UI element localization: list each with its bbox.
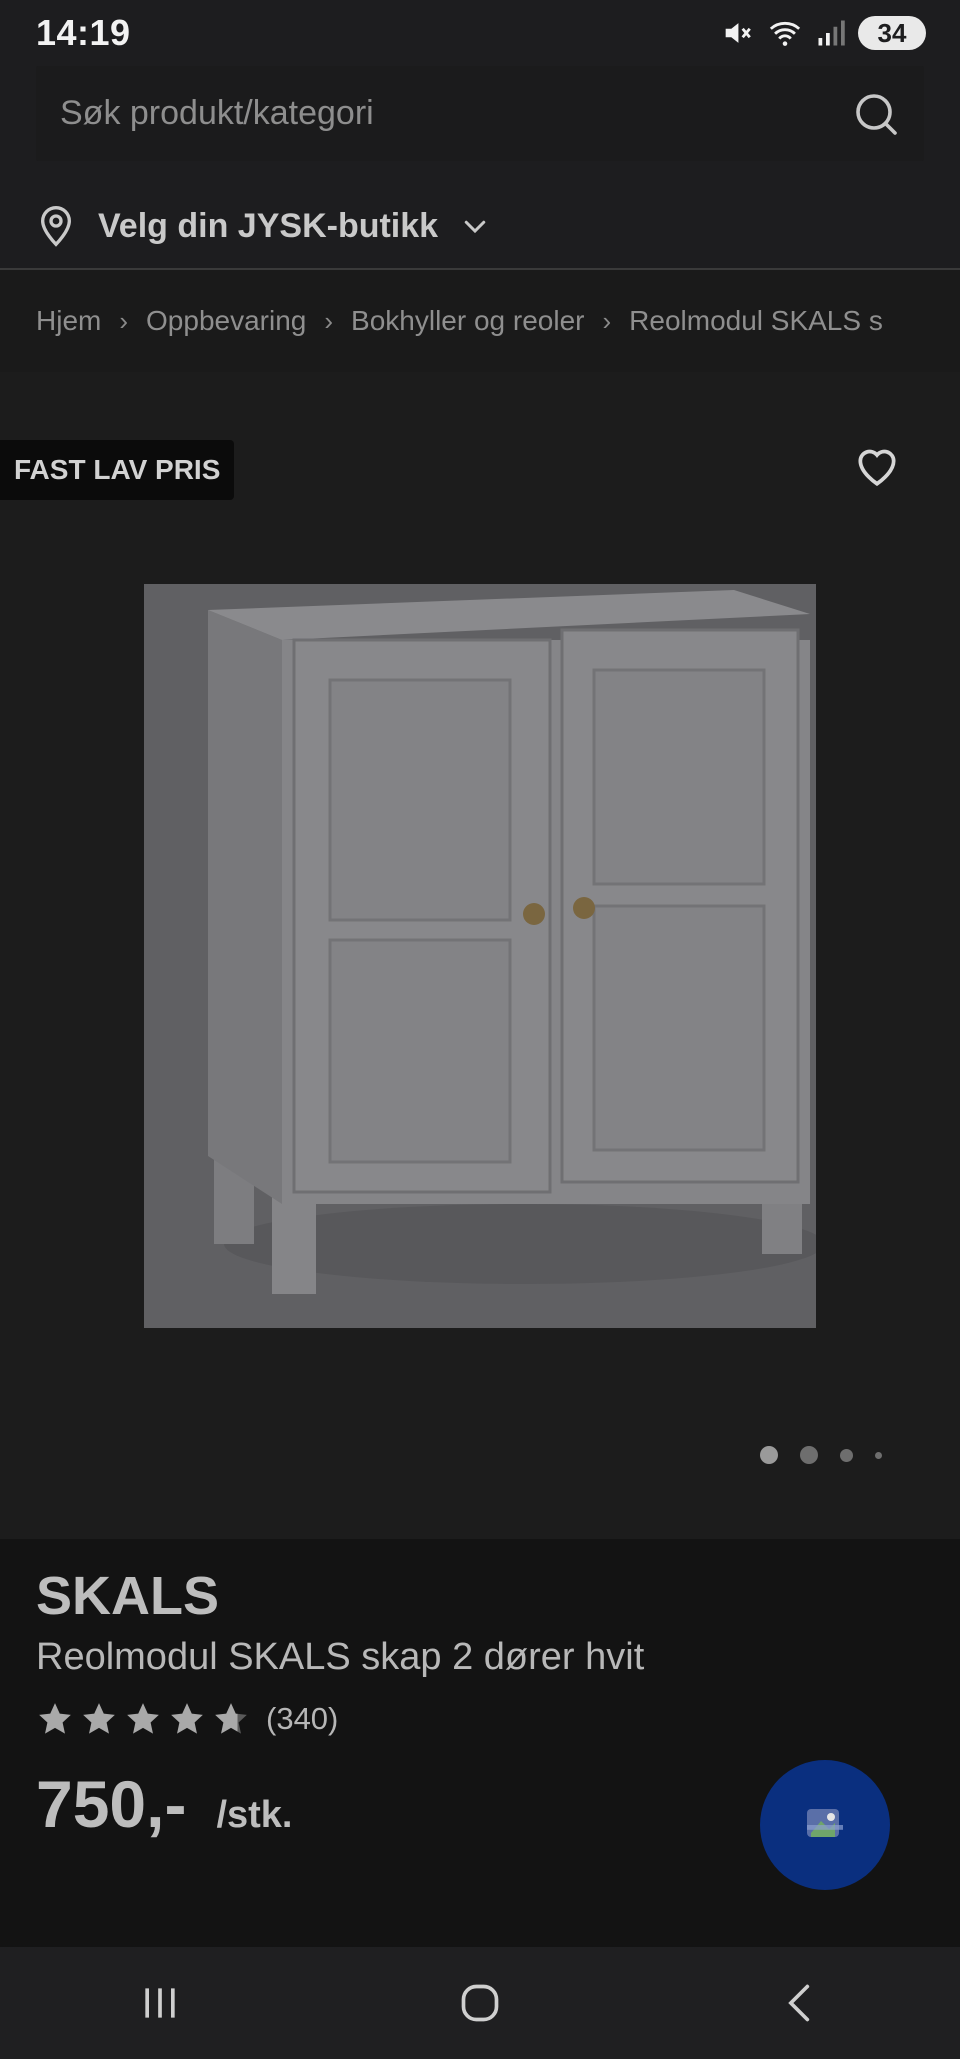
chat-fab-button[interactable] — [760, 1760, 890, 1890]
price-unit: /stk. — [216, 1794, 293, 1836]
back-icon[interactable] — [778, 1981, 822, 2025]
chevron-right-icon: › — [119, 305, 129, 336]
status-bar: 14:19 34 — [0, 0, 960, 66]
battery-indicator: 34 — [858, 16, 926, 50]
product-price: 750,- /stk. — [36, 1766, 292, 1842]
breadcrumb: Hjem › Oppbevaring › Bokhyller og reoler… — [0, 270, 960, 372]
store-selector[interactable]: Velg din JYSK-butikk — [36, 196, 490, 256]
breadcrumb-item-storage[interactable]: Oppbevaring — [146, 305, 306, 337]
system-nav-bar — [0, 1947, 960, 2059]
star-half-icon — [215, 1703, 247, 1734]
rating-count: (340) — [266, 1701, 339, 1736]
wifi-icon — [769, 21, 801, 46]
status-icons: 34 — [720, 16, 926, 50]
store-label: Velg din JYSK-butikk — [98, 206, 439, 245]
star-icon — [39, 1703, 71, 1734]
breadcrumb-item-bookshelves[interactable]: Bokhyller og reoler — [351, 305, 584, 337]
breadcrumb-item-home[interactable]: Hjem — [36, 305, 101, 337]
product-rating[interactable]: (340) — [36, 1700, 338, 1738]
status-time: 14:19 — [36, 12, 131, 53]
product-image[interactable] — [144, 584, 816, 1328]
heart-icon[interactable] — [852, 440, 902, 490]
location-pin-icon — [40, 205, 72, 247]
chevron-down-icon — [464, 220, 486, 234]
home-icon[interactable] — [458, 1981, 502, 2025]
pagination-dot[interactable] — [875, 1451, 882, 1459]
price-badge: FAST LAV PRIS — [0, 440, 235, 500]
signal-icon — [818, 20, 845, 46]
recent-apps-icon[interactable] — [138, 1981, 182, 2025]
chevron-right-icon: › — [324, 305, 334, 336]
chevron-right-icon: › — [602, 305, 612, 336]
mute-icon — [725, 23, 751, 43]
search-input[interactable] — [58, 93, 822, 134]
star-icon — [127, 1703, 159, 1734]
breadcrumb-item-current[interactable]: Reolmodul SKALS s — [629, 305, 883, 337]
pagination-dot-active[interactable] — [760, 1446, 778, 1464]
search-icon[interactable] — [852, 90, 900, 138]
pagination-dot[interactable] — [800, 1446, 818, 1464]
header: Velg din JYSK-butikk — [0, 66, 960, 269]
product-brand: SKALS — [36, 1566, 220, 1626]
price-amount: 750,- — [36, 1767, 187, 1841]
chat-icon — [807, 1809, 843, 1837]
product-name: Reolmodul SKALS skap 2 dører hvit — [36, 1636, 645, 1678]
gallery-pagination — [760, 1446, 882, 1464]
star-icon — [171, 1703, 203, 1734]
search-bar[interactable] — [36, 66, 924, 161]
pagination-dot[interactable] — [840, 1448, 853, 1462]
star-icon — [83, 1703, 115, 1734]
